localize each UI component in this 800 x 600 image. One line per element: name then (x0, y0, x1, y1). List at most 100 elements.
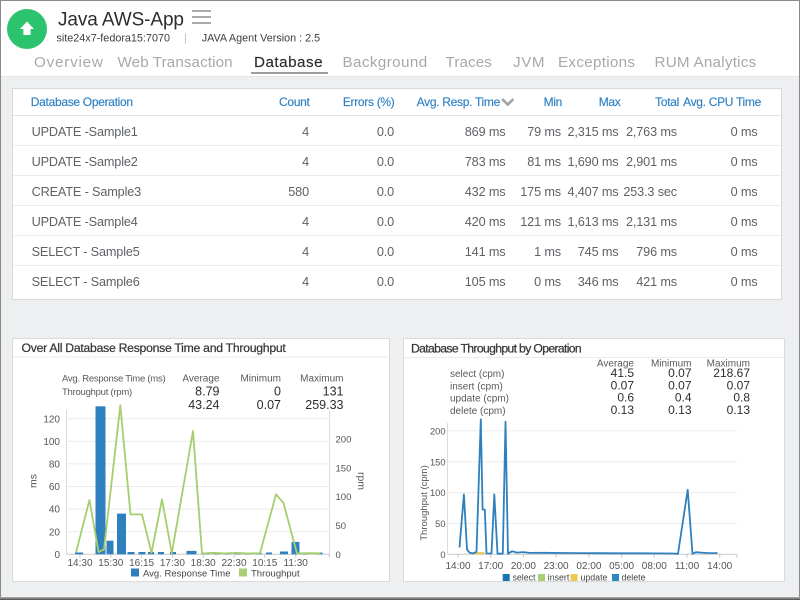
svg-text:2,131 ms: 2,131 ms (626, 215, 677, 229)
svg-text:select (cpm): select (cpm) (450, 369, 504, 380)
svg-text:update: update (581, 573, 608, 583)
svg-text:Minimum: Minimum (240, 373, 281, 384)
svg-text:20:00: 20:00 (511, 561, 536, 572)
svg-text:745 ms: 745 ms (578, 245, 619, 259)
svg-text:select: select (513, 573, 537, 583)
svg-text:Avg. CPU Time: Avg. CPU Time (683, 95, 762, 109)
svg-text:120: 120 (43, 414, 60, 425)
svg-text:0 ms: 0 ms (534, 275, 561, 289)
svg-text:Average: Average (182, 373, 220, 384)
svg-text:Java AWS-App: Java AWS-App (58, 9, 184, 30)
svg-text:0 ms: 0 ms (731, 125, 758, 139)
svg-text:delete: delete (622, 573, 646, 583)
svg-text:Throughput (cpm): Throughput (cpm) (419, 465, 430, 541)
svg-text:4: 4 (302, 245, 309, 259)
svg-text:05:00: 05:00 (609, 561, 634, 572)
svg-text:insert: insert (548, 573, 570, 583)
svg-text:150: 150 (336, 463, 352, 474)
svg-text:4,407 ms: 4,407 ms (568, 185, 619, 199)
svg-text:Min: Min (544, 95, 562, 109)
svg-text:14:00: 14:00 (445, 561, 470, 572)
svg-text:2,315 ms: 2,315 ms (568, 125, 619, 139)
svg-text:|: | (184, 33, 187, 45)
svg-text:Throughput: Throughput (251, 568, 300, 579)
svg-text:SELECT - Sample5: SELECT - Sample5 (32, 245, 140, 259)
svg-text:2,901 ms: 2,901 ms (626, 155, 677, 169)
svg-text:40: 40 (49, 505, 61, 516)
svg-text:Total: Total (655, 95, 679, 109)
svg-text:Database: Database (254, 54, 323, 71)
svg-text:update (cpm): update (cpm) (450, 394, 509, 405)
svg-text:Database Throughput by Operati: Database Throughput by Operation (411, 341, 581, 355)
svg-text:131: 131 (323, 385, 344, 399)
svg-text:253.3 sec: 253.3 sec (623, 185, 677, 199)
svg-text:4: 4 (302, 215, 309, 229)
svg-text:ms: ms (28, 474, 40, 488)
svg-text:Avg. Response Time: Avg. Response Time (143, 568, 230, 579)
svg-text:1 ms: 1 ms (534, 245, 561, 259)
svg-text:420 ms: 420 ms (465, 215, 506, 229)
svg-text:0 ms: 0 ms (731, 155, 758, 169)
svg-text:Count: Count (279, 95, 310, 109)
svg-text:580: 580 (288, 185, 309, 199)
svg-text:259.33: 259.33 (305, 398, 343, 412)
svg-text:Avg. Response Time (ms): Avg. Response Time (ms) (62, 373, 165, 384)
svg-text:0.13: 0.13 (668, 403, 692, 417)
svg-text:0 ms: 0 ms (731, 245, 758, 259)
svg-text:100: 100 (43, 437, 60, 448)
svg-text:0 ms: 0 ms (731, 185, 758, 199)
svg-text:80: 80 (49, 460, 61, 471)
svg-text:JVM: JVM (513, 54, 545, 71)
svg-text:23:00: 23:00 (544, 561, 569, 572)
svg-text:200: 200 (430, 427, 446, 437)
svg-text:432 ms: 432 ms (465, 185, 506, 199)
svg-text:0: 0 (54, 550, 60, 561)
svg-text:Max: Max (599, 95, 621, 109)
svg-text:RUM Analytics: RUM Analytics (655, 54, 757, 71)
svg-text:02:00: 02:00 (576, 561, 601, 572)
svg-text:0: 0 (440, 550, 445, 560)
svg-text:4: 4 (302, 275, 309, 289)
svg-text:0.0: 0.0 (377, 155, 394, 169)
svg-text:Web Transaction: Web Transaction (118, 54, 233, 71)
svg-text:50: 50 (435, 519, 445, 529)
svg-text:0.07: 0.07 (257, 398, 281, 412)
svg-text:17:00: 17:00 (478, 561, 503, 572)
svg-text:20: 20 (49, 527, 61, 538)
svg-text:site24x7-fedora15:7070: site24x7-fedora15:7070 (57, 33, 170, 45)
svg-text:delete (cpm): delete (cpm) (450, 406, 506, 417)
svg-text:Throughput (rpm): Throughput (rpm) (62, 387, 132, 398)
svg-text:14:00: 14:00 (707, 561, 732, 572)
svg-text:Avg. Resp. Time: Avg. Resp. Time (417, 95, 501, 109)
svg-text:14:30: 14:30 (67, 558, 92, 569)
svg-text:Overview: Overview (34, 54, 104, 71)
svg-text:1,613 ms: 1,613 ms (568, 215, 619, 229)
svg-text:Errors (%): Errors (%) (343, 95, 395, 109)
svg-text:CREATE - Sample3: CREATE - Sample3 (32, 185, 142, 199)
svg-text:0 ms: 0 ms (731, 275, 758, 289)
svg-text:1,690 ms: 1,690 ms (568, 155, 619, 169)
svg-text:421 ms: 421 ms (636, 275, 677, 289)
svg-text:Maximum: Maximum (300, 373, 343, 384)
svg-text:0.0: 0.0 (377, 245, 394, 259)
svg-text:UPDATE -Sample4: UPDATE -Sample4 (32, 215, 138, 229)
svg-text:0.0: 0.0 (377, 275, 394, 289)
svg-text:0.13: 0.13 (727, 403, 751, 417)
svg-text:79 ms: 79 ms (527, 125, 561, 139)
svg-text:100: 100 (430, 488, 446, 498)
svg-text:08:00: 08:00 (642, 561, 667, 572)
svg-text:Over All Database Response Tim: Over All Database Response Time and Thro… (22, 341, 287, 355)
svg-text:200: 200 (336, 435, 352, 446)
svg-text:0: 0 (336, 550, 341, 561)
svg-text:Database Operation: Database Operation (31, 95, 133, 109)
svg-text:43.24: 43.24 (188, 398, 219, 412)
svg-text:50: 50 (336, 521, 347, 532)
svg-text:0.0: 0.0 (377, 125, 394, 139)
svg-text:Background: Background (343, 54, 428, 71)
svg-text:150: 150 (430, 457, 446, 467)
svg-text:0 ms: 0 ms (731, 215, 758, 229)
svg-text:JAVA Agent Version : 2.5: JAVA Agent Version : 2.5 (202, 33, 320, 45)
svg-text:81 ms: 81 ms (527, 155, 561, 169)
svg-text:141 ms: 141 ms (465, 245, 506, 259)
svg-text:0: 0 (274, 385, 281, 399)
